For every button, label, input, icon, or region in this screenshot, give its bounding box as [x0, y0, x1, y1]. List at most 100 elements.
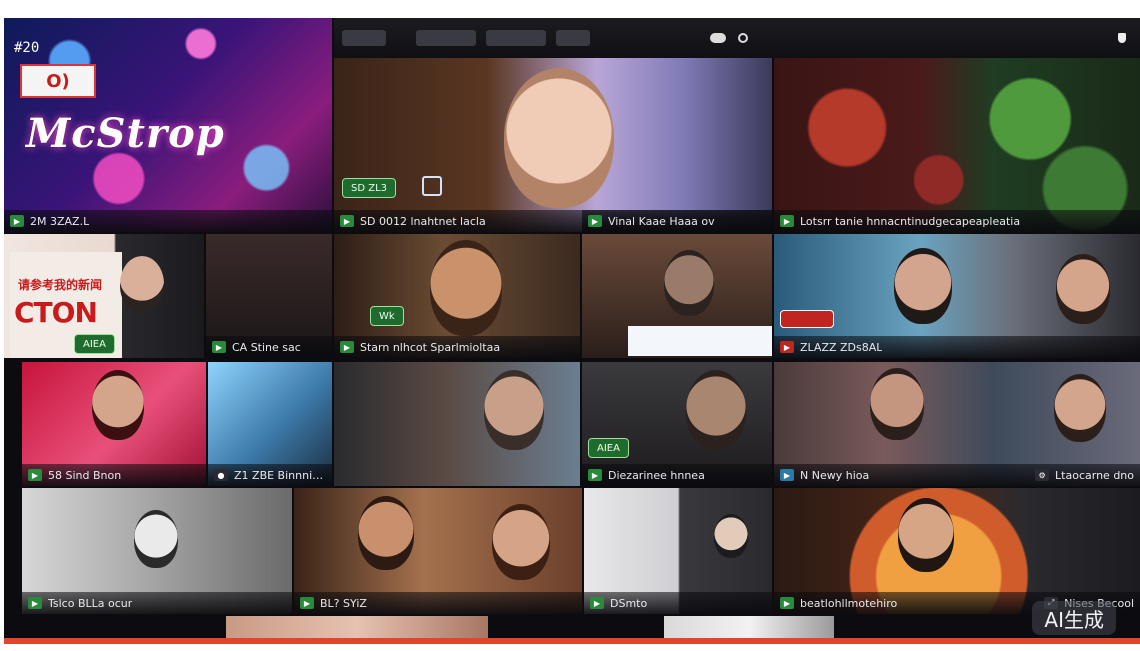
person-face: [714, 514, 748, 558]
play-icon: ▶: [590, 597, 604, 609]
video-tile[interactable]: ▶ CA Stine sac: [206, 234, 332, 358]
video-tile[interactable]: ▶ ZLAZZ ZDs8AL: [774, 234, 1140, 358]
cloud-icon[interactable]: [710, 33, 726, 43]
play-icon: ▶: [780, 597, 794, 609]
video-grid: #20 O) McStrop ▶ 2M 3ZAZ.L SD ZL3 ▶ SD 0…: [4, 18, 1140, 638]
tile-title: SD 0012 lnahtnet lacla: [360, 214, 486, 228]
video-tile[interactable]: [226, 616, 488, 638]
overlay-badge[interactable]: AIEA: [74, 334, 115, 354]
tile-title: Lotsrr tanie hnnacntinudgecapeapleatia: [800, 214, 1021, 228]
tile-caption-bar: ▶ Starn nlhcot Sparlmioltaa: [334, 336, 580, 358]
tile-caption-bar: ▶ CA Stine sac: [206, 336, 332, 358]
play-icon: ▶: [588, 215, 602, 227]
person-face: [870, 368, 924, 440]
episode-number: #20: [14, 40, 40, 56]
poster-line-2: CTON: [14, 296, 98, 329]
toolbar-item[interactable]: [416, 30, 476, 46]
video-tile[interactable]: 请参考我的新闻 CTON AIEA: [4, 234, 204, 358]
video-tile[interactable]: [334, 362, 580, 486]
tile-title: Tslco BLLa ocur: [48, 596, 133, 610]
tile-title: 58 Sind Bnon: [48, 468, 122, 482]
video-tile[interactable]: ▶ DSmto: [584, 488, 772, 614]
video-thumbnail: [664, 616, 834, 638]
video-thumbnail: [774, 58, 1140, 232]
video-tile[interactable]: AIEA ▶ Diezarinee hnnea: [582, 362, 772, 486]
video-thumbnail: [226, 616, 488, 638]
person-face: [358, 496, 414, 570]
tile-title: Diezarinee hnnea: [608, 468, 705, 482]
video-tile[interactable]: ▶ 58 Sind Bnon: [22, 362, 206, 486]
person-face: [1056, 254, 1110, 324]
video-tile[interactable]: ● Z1 ZBE Binnnirne Nroh: [208, 362, 332, 486]
video-tile[interactable]: [664, 616, 834, 638]
person-face: [504, 68, 614, 208]
video-tile[interactable]: ▶ beatlohllmotehiro ⤢ Nises Becool: [774, 488, 1140, 614]
person-face: [430, 240, 502, 336]
tile-caption-bar: ▶ Tslco BLLa ocur: [22, 592, 292, 614]
poster-line-1: 请参考我的新闻: [18, 278, 103, 292]
toolbar-item[interactable]: [556, 30, 590, 46]
play-icon: ▶: [588, 469, 602, 481]
tile-title: Ltaocarne dno: [1055, 468, 1134, 482]
tile-title: beatlohllmotehiro: [800, 596, 898, 610]
video-tile[interactable]: SD ZL3 ▶ SD 0012 lnahtnet lacla: [334, 58, 772, 232]
tile-caption-bar: ▶ ZLAZZ ZDs8AL: [774, 336, 1140, 358]
tile-title: N Newy hioa: [800, 468, 870, 482]
play-icon: ▶: [10, 215, 24, 227]
toolbar-item[interactable]: [342, 30, 386, 46]
shield-icon[interactable]: [1118, 33, 1126, 43]
video-tile[interactable]: ▶ Lotsrr tanie hnnacntinudgecapeapleatia: [774, 58, 1140, 232]
tile-caption-bar: ▶ Diezarinee hnnea: [582, 464, 772, 486]
person-face: [664, 250, 714, 316]
video-tile[interactable]: ▶ N Newy hioa ⚙ Ltaocarne dno: [774, 362, 1140, 486]
settings-icon[interactable]: ⚙: [1035, 469, 1050, 481]
video-tile[interactable]: [582, 234, 772, 358]
video-tile[interactable]: ▶ BL? SYiZ: [294, 488, 582, 614]
square-icon[interactable]: [422, 176, 442, 196]
person-face: [492, 504, 550, 580]
overlay-badge[interactable]: SD ZL3: [342, 178, 397, 198]
tile-title: BL? SYiZ: [320, 596, 367, 610]
person-face: [898, 498, 954, 572]
play-icon: ▶: [340, 215, 354, 227]
hero-title: McStrop: [26, 110, 225, 157]
play-icon: ▶: [28, 469, 42, 481]
video-tile[interactable]: ▶ Vinal Kaae Haaa ov: [582, 210, 772, 232]
play-icon: ▶: [28, 597, 42, 609]
tile-caption-bar: ▶ DSmto: [584, 592, 772, 614]
tile-title: ZLAZZ ZDs8AL: [800, 340, 883, 354]
tile-title: Z1 ZBE Binnnirne Nroh: [234, 468, 326, 482]
play-icon: ▶: [300, 597, 314, 609]
toolbar-item[interactable]: [486, 30, 546, 46]
video-tile[interactable]: Wk ▶ Starn nlhcot Sparlmioltaa: [334, 234, 580, 358]
overlay-badge[interactable]: Wk: [370, 306, 404, 326]
tile-caption-bar: ▶ Vinal Kaae Haaa ov: [582, 210, 772, 232]
tile-title: CA Stine sac: [232, 340, 301, 354]
ai-watermark: AI生成: [1032, 601, 1116, 635]
video-tile[interactable]: ▶ Tslco BLLa ocur: [22, 488, 292, 614]
accent-bar: [4, 638, 1140, 644]
play-icon: ▶: [212, 341, 226, 353]
channel-logo: O): [20, 64, 96, 98]
tile-caption-bar: ▶ 58 Sind Bnon: [22, 464, 206, 486]
person-face: [134, 510, 178, 568]
tile-caption-bar: ▶ Lotsrr tanie hnnacntinudgecapeapleatia: [774, 210, 1140, 232]
person-face: [92, 370, 144, 440]
person-face: [120, 256, 164, 312]
play-icon: ●: [214, 469, 228, 481]
person-face: [1054, 374, 1106, 442]
tile-caption-bar: ● Z1 ZBE Binnnirne Nroh: [208, 464, 332, 486]
info-panel: [628, 326, 772, 356]
record-icon[interactable]: [738, 33, 748, 43]
record-badge[interactable]: [780, 310, 834, 328]
top-toolbar: [334, 18, 1140, 58]
tile-title: Vinal Kaae Haaa ov: [608, 214, 715, 228]
overlay-badge[interactable]: AIEA: [588, 438, 629, 458]
play-icon: ▶: [780, 469, 794, 481]
tile-title: DSmto: [610, 596, 648, 610]
person-face: [484, 370, 544, 450]
tile-caption-bar: ▶ N Newy hioa ⚙ Ltaocarne dno: [774, 464, 1140, 486]
video-tile[interactable]: #20 O) McStrop ▶ 2M 3ZAZ.L: [4, 18, 332, 232]
play-icon: ▶: [780, 341, 794, 353]
tile-title: 2M 3ZAZ.L: [30, 214, 90, 228]
